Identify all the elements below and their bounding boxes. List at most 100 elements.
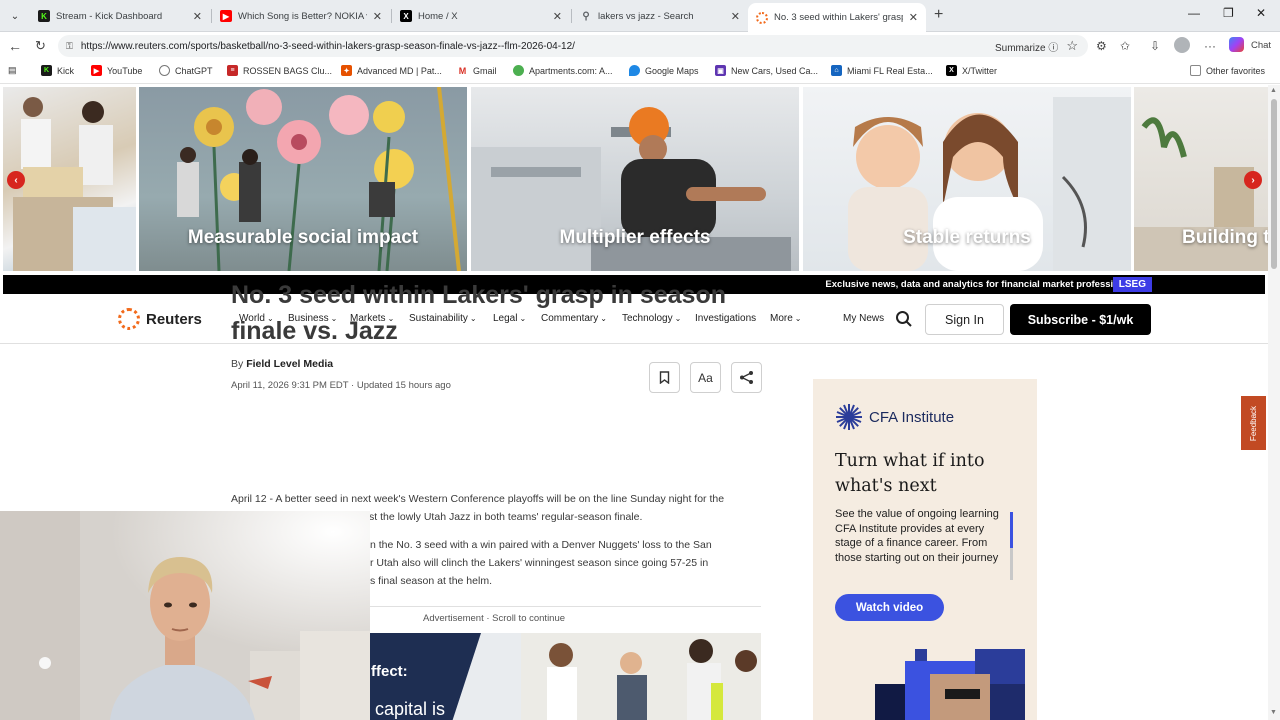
article-date: April 11, 2026 9:31 PM EDT · Updated 15 … — [231, 380, 451, 391]
tab-reuters-active[interactable]: No. 3 seed within Lakers' grasp in ✕ — [748, 3, 926, 32]
watch-video-button[interactable]: Watch video — [835, 594, 944, 621]
nav-label: More — [770, 313, 793, 324]
tab-x-home[interactable]: X Home / X ✕ — [392, 3, 570, 29]
reuters-logo[interactable]: Reuters — [118, 308, 202, 330]
scroll-up-icon[interactable]: ▲ — [1270, 87, 1277, 94]
bookmark-label: ChatGPT — [175, 65, 213, 76]
bookmark-apartments[interactable]: Apartments.com: A... — [513, 65, 613, 76]
sign-in-button[interactable]: Sign In — [925, 304, 1004, 335]
ad-carousel: Measurable social impact Multiplier effe… — [0, 87, 1268, 271]
cfa-scroll-indicator — [1010, 512, 1013, 580]
new-tab-icon[interactable]: + — [934, 6, 943, 24]
feedback-tab[interactable]: Feedback — [1241, 396, 1266, 450]
more-menu-icon[interactable]: ··· — [1204, 39, 1216, 53]
other-favorites[interactable]: Other favorites — [1190, 65, 1265, 76]
bookmark-x-twitter[interactable]: X X/Twitter — [946, 65, 997, 76]
share-button[interactable] — [731, 362, 762, 393]
url-text: https://www.reuters.com/sports/basketbal… — [80, 40, 575, 52]
extensions-icon[interactable]: ⚙ — [1096, 39, 1107, 53]
bookmark-advancedmd[interactable]: ✦ Advanced MD | Pat... — [341, 65, 442, 76]
profile-avatar[interactable] — [1174, 37, 1190, 53]
carousel-slide-multiplier[interactable]: Multiplier effects — [471, 87, 799, 271]
realestate-icon: ⌂ — [831, 65, 842, 76]
paragraph-line: r Utah also will clinch the Lakers' winn… — [370, 557, 709, 569]
my-news-link[interactable]: My News — [843, 313, 884, 324]
close-tab-icon[interactable]: ✕ — [553, 10, 562, 23]
bookmark-label: Advanced MD | Pat... — [357, 65, 442, 76]
byline-prefix: By — [231, 358, 244, 370]
favorites-icon[interactable]: ✩ — [1120, 39, 1130, 53]
folder-icon — [1190, 65, 1201, 76]
kick-icon: K — [41, 65, 52, 76]
rossen-icon: ≡ — [227, 65, 238, 76]
article-headline: No. 3 seed within Lakers' grasp in seaso… — [231, 281, 726, 345]
author-link[interactable]: Field Level Media — [246, 358, 333, 370]
reuters-icon — [756, 11, 768, 24]
page-scrollbar[interactable]: ▲ ▼ — [1268, 85, 1280, 720]
chatgpt-icon — [159, 65, 170, 76]
tab-youtube[interactable]: ▶ Which Song is Better? NOKIA vs. I ✕ — [212, 3, 390, 29]
paragraph-line: s final season at the helm. — [370, 575, 492, 587]
site-info-icon[interactable]: ⚿ — [66, 41, 73, 52]
back-icon[interactable]: ← — [8, 38, 22, 54]
carousel-next-icon[interactable]: › — [1244, 171, 1262, 189]
bookmark-article-button[interactable] — [649, 362, 680, 393]
close-window-icon[interactable]: ✕ — [1256, 6, 1266, 20]
subscribe-button[interactable]: Subscribe - $1/wk — [1010, 304, 1151, 335]
maps-icon — [629, 65, 640, 76]
cfa-burst-icon — [836, 404, 862, 430]
cfa-body-text: See the value of ongoing learning CFA In… — [835, 508, 999, 564]
gmail-icon: M — [457, 65, 468, 76]
minimize-icon[interactable]: — — [1188, 6, 1200, 20]
url-bar[interactable]: ⚿ https://www.reuters.com/sports/basketb… — [58, 35, 1088, 57]
tab-search[interactable]: ⚲ lakers vs jazz - Search ✕ — [572, 3, 748, 29]
restore-icon[interactable]: ❐ — [1223, 6, 1234, 20]
bookmark-miami-real-estate[interactable]: ⌂ Miami FL Real Esta... — [831, 65, 933, 76]
x-icon: X — [946, 65, 957, 76]
carousel-prev-icon[interactable]: ‹ — [7, 171, 25, 189]
reading-list-icon[interactable]: ▤ — [8, 65, 17, 76]
reload-icon[interactable]: ↻ — [35, 38, 46, 54]
cfa-brand: CFA Institute — [869, 408, 955, 426]
close-tab-icon[interactable]: ✕ — [909, 11, 918, 24]
advancedmd-icon: ✦ — [341, 65, 352, 76]
x-icon: X — [400, 10, 412, 22]
carousel-slide-social-impact[interactable]: Measurable social impact — [139, 87, 467, 271]
other-favorites-label: Other favorites — [1206, 65, 1266, 76]
favorite-star-icon[interactable]: ☆ — [1066, 38, 1078, 54]
close-tab-icon[interactable]: ✕ — [193, 10, 202, 23]
carousel-caption: Multiplier effects — [559, 227, 711, 248]
cfa-sidebar-ad[interactable]: CFA Institute Turn what if into what's n… — [813, 379, 1037, 720]
bookmark-new-cars[interactable]: ▣ New Cars, Used Ca... — [715, 65, 818, 76]
close-tab-icon[interactable]: ✕ — [731, 10, 740, 23]
bookmark-google-maps[interactable]: Google Maps — [629, 65, 699, 76]
carousel-slide-stable-returns[interactable]: Stable returns — [803, 87, 1131, 271]
tab-title: Home / X — [418, 10, 458, 22]
bookmark-chatgpt[interactable]: ChatGPT — [159, 65, 213, 76]
downloads-icon[interactable]: ⇩ — [1150, 39, 1160, 53]
lseg-logo[interactable]: LSEG — [1112, 277, 1152, 292]
paragraph-line: April 12 - A better seed in next week's … — [231, 493, 725, 505]
nav-more[interactable]: More ⌄ — [770, 313, 802, 324]
summarize-button[interactable]: Summarize ⓘ — [995, 39, 1058, 54]
close-tab-icon[interactable]: ✕ — [373, 10, 382, 23]
carousel-caption: Measurable social impact — [187, 227, 419, 248]
bookmark-label: ROSSEN BAGS Clu... — [243, 65, 333, 76]
bookmark-youtube[interactable]: ▶ YouTube — [91, 65, 142, 76]
tab-search-chevron-icon[interactable]: ⌄ — [6, 8, 24, 24]
chat-label[interactable]: Chat — [1251, 40, 1271, 51]
omnibox-actions: Summarize ⓘ ☆ — [995, 38, 1078, 54]
bookmark-kick[interactable]: K Kick — [41, 65, 74, 76]
text-size-button[interactable]: Aa — [690, 362, 721, 393]
scrollbar-thumb[interactable] — [1271, 99, 1277, 269]
bookmark-label: YouTube — [107, 65, 143, 76]
bookmark-label: Kick — [57, 65, 75, 76]
summarize-label: Summarize — [994, 42, 1046, 54]
bookmark-gmail[interactable]: M Gmail — [457, 65, 497, 76]
tab-kick-dashboard[interactable]: K Stream - Kick Dashboard ✕ — [30, 3, 210, 29]
search-icon[interactable] — [895, 310, 913, 328]
scroll-down-icon[interactable]: ▼ — [1270, 709, 1277, 716]
cfa-mosaic-image — [875, 649, 1025, 720]
bookmark-rossen[interactable]: ≡ ROSSEN BAGS Clu... — [227, 65, 332, 76]
copilot-icon[interactable] — [1229, 37, 1244, 52]
